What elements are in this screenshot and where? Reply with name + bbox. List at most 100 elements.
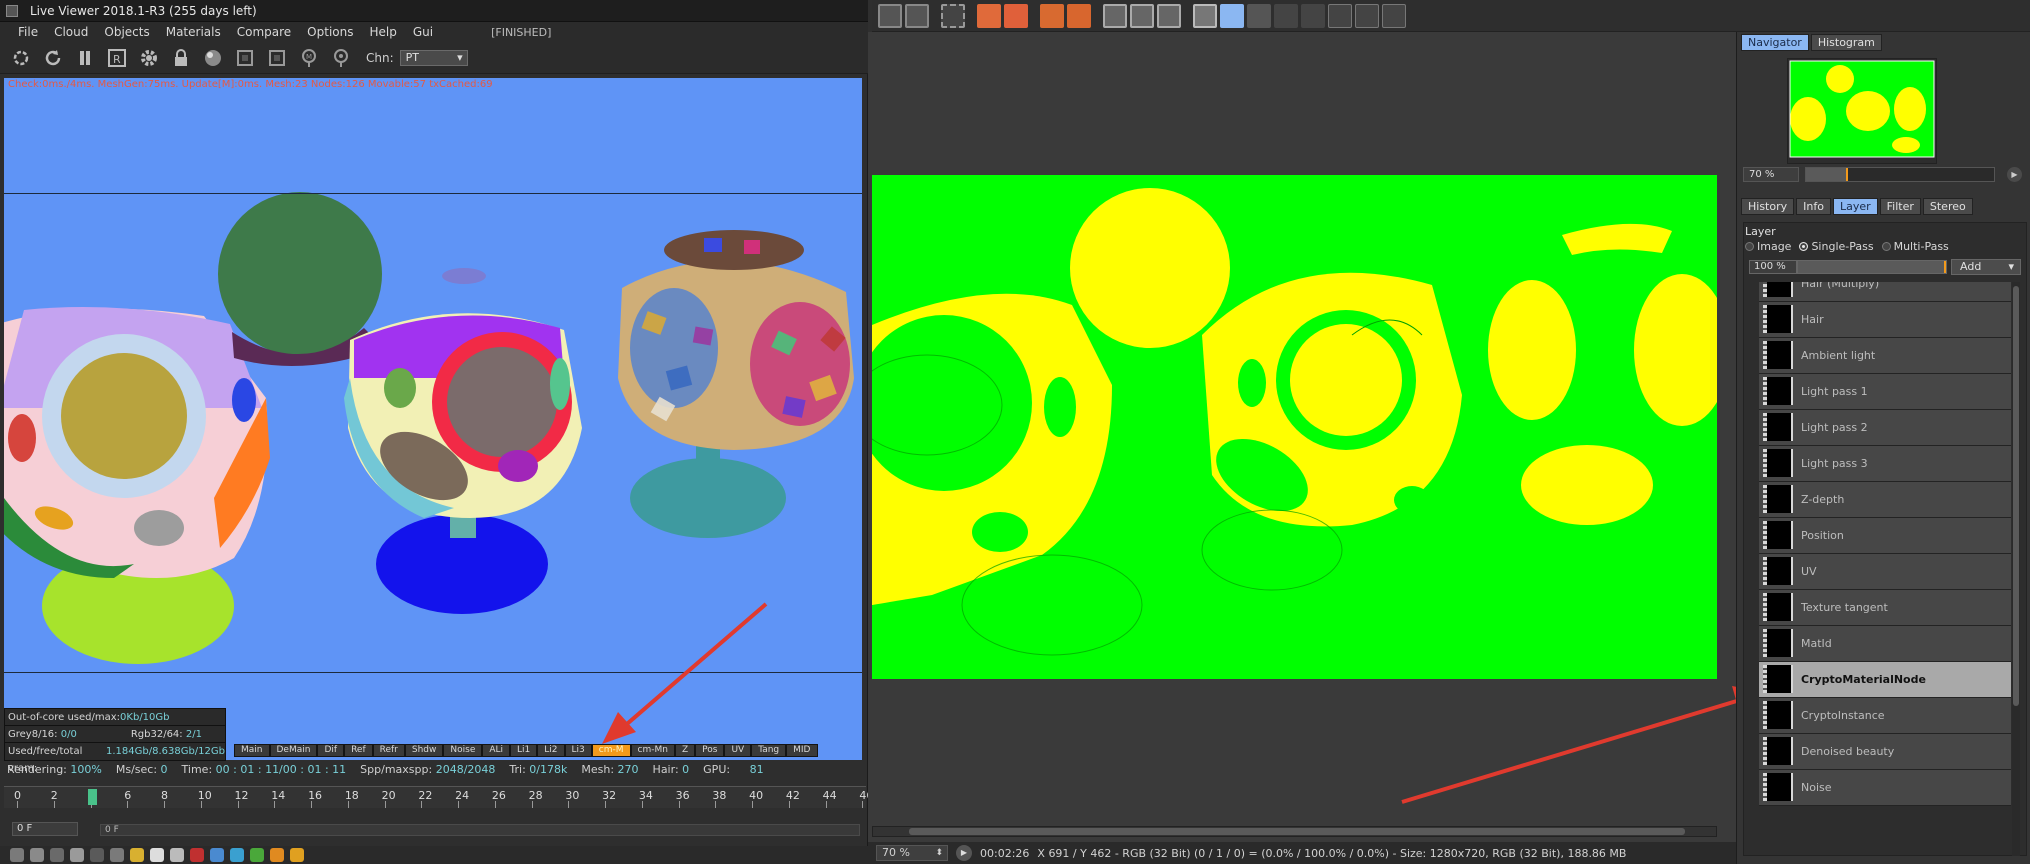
scrollbar-thumb[interactable]	[2013, 286, 2019, 706]
mode-multi-pass-radio[interactable]: Multi-Pass	[1881, 240, 1949, 253]
layer-row[interactable]: CryptoMaterialNode	[1759, 662, 2011, 698]
render-region-icon[interactable]	[1004, 3, 1028, 28]
sphere-icon[interactable]	[90, 848, 104, 862]
scrollbar-thumb[interactable]	[909, 828, 1685, 835]
pass-tab-li1[interactable]: Li1	[510, 744, 538, 757]
layer-list-scrollbar[interactable]	[2012, 282, 2020, 856]
menu-materials[interactable]: Materials	[158, 25, 229, 39]
layer-row[interactable]: UV	[1759, 554, 2011, 590]
pass-tab-pos[interactable]: Pos	[695, 744, 725, 757]
material-icon[interactable]	[290, 848, 304, 862]
menu-options[interactable]: Options	[299, 25, 361, 39]
layer-row[interactable]: Noise	[1759, 770, 2011, 806]
a-marker-icon[interactable]	[1274, 3, 1298, 28]
mode-image-radio[interactable]: Image	[1745, 240, 1791, 253]
layer-row[interactable]: Ambient light	[1759, 338, 2011, 374]
reload-icon[interactable]	[40, 45, 66, 71]
snapshot-icon[interactable]	[1103, 3, 1127, 28]
slider-handle[interactable]	[1846, 168, 1848, 181]
layer-row[interactable]: Position	[1759, 518, 2011, 554]
region-render-icon[interactable]: R	[104, 45, 130, 71]
crop-icon[interactable]	[977, 3, 1001, 28]
open-icon[interactable]	[878, 3, 902, 28]
tab-info[interactable]: Info	[1796, 198, 1831, 215]
tab-history[interactable]: History	[1741, 198, 1795, 215]
timeline-current-frame-marker[interactable]	[88, 789, 97, 805]
pass-tab-li3[interactable]: Li3	[564, 744, 592, 757]
menu-help[interactable]: Help	[361, 25, 404, 39]
compare-icon[interactable]	[1130, 3, 1154, 28]
sphere-icon[interactable]	[70, 848, 84, 862]
sphere-icon[interactable]	[10, 848, 24, 862]
pause-icon[interactable]	[72, 45, 98, 71]
pass-tab-noise[interactable]: Noise	[443, 744, 483, 757]
layer-row[interactable]: Denoised beauty	[1759, 734, 2011, 770]
pass-tab-cm-m[interactable]: cm-M	[591, 744, 631, 757]
channel-select[interactable]: PT	[399, 49, 468, 66]
split-view-icon[interactable]	[1220, 3, 1244, 28]
render-icon[interactable]	[1067, 3, 1091, 28]
navigator-play-icon[interactable]: ▶	[2007, 167, 2022, 182]
tab-layer[interactable]: Layer	[1832, 198, 1878, 215]
tab-histogram[interactable]: Histogram	[1810, 34, 1882, 51]
layer-row[interactable]: Hair	[1759, 302, 2011, 338]
focus-picker-icon[interactable]	[232, 45, 258, 71]
pass-tab-z[interactable]: Z	[674, 744, 696, 757]
send-scene-icon[interactable]	[8, 45, 34, 71]
sphere-icon[interactable]	[50, 848, 64, 862]
layer-row[interactable]: CryptoInstance	[1759, 698, 2011, 734]
menu-cloud[interactable]: Cloud	[46, 25, 96, 39]
pass-tab-uv[interactable]: UV	[724, 744, 752, 757]
object-picker-icon[interactable]	[328, 45, 354, 71]
current-frame-field[interactable]: 0 F	[12, 822, 78, 836]
b-marker-icon[interactable]	[1301, 3, 1325, 28]
layer-row[interactable]: Hair (Multiply)	[1759, 282, 2011, 302]
navigator-zoom-slider[interactable]	[1805, 167, 1995, 182]
timeline-ruler[interactable]: 0246810121416182022242628303234363840424…	[4, 786, 873, 808]
ab-icon[interactable]	[1193, 3, 1217, 28]
add-layer-button[interactable]: Add	[1951, 259, 2021, 275]
material-sphere-icon[interactable]	[200, 45, 226, 71]
material-icon[interactable]	[270, 848, 284, 862]
lock-icon[interactable]	[168, 45, 194, 71]
pass-tab-li2[interactable]: Li2	[537, 744, 565, 757]
sphere-icon[interactable]	[30, 848, 44, 862]
pass-tab-ref[interactable]: Ref	[344, 744, 373, 757]
pass-tab-refr[interactable]: Refr	[372, 744, 405, 757]
menu-objects[interactable]: Objects	[96, 25, 157, 39]
tab-filter[interactable]: Filter	[1879, 198, 1921, 215]
stop-render-icon[interactable]	[1040, 3, 1064, 28]
image-horizontal-scrollbar[interactable]	[872, 826, 1717, 837]
light-icon[interactable]	[190, 848, 204, 862]
settings-gear-icon[interactable]	[136, 45, 162, 71]
pass-tab-cm-mn[interactable]: cm-Mn	[630, 744, 675, 757]
layer-row[interactable]: Light pass 1	[1759, 374, 2011, 410]
play-icon[interactable]: ▶	[956, 845, 972, 861]
camera-icon[interactable]	[150, 848, 164, 862]
menu-file[interactable]: File	[10, 25, 46, 39]
layer-row[interactable]: MatId	[1759, 626, 2011, 662]
medium-icon[interactable]	[230, 848, 244, 862]
mode-single-pass-radio[interactable]: Single-Pass	[1799, 240, 1874, 253]
refresh-icon[interactable]	[250, 848, 264, 862]
ab-swap-icon[interactable]	[1247, 3, 1271, 28]
material-picker-icon[interactable]: M	[296, 45, 322, 71]
layer-row[interactable]: Texture tangent	[1759, 590, 2011, 626]
pass-tab-dif[interactable]: Dif	[317, 744, 345, 757]
sun-icon[interactable]	[130, 848, 144, 862]
compare-mode-icon[interactable]	[1157, 3, 1181, 28]
zoom-select[interactable]: 70 %	[876, 845, 948, 861]
environment-icon[interactable]	[210, 848, 224, 862]
slider-handle[interactable]	[1944, 261, 1946, 273]
crypto-matte-image[interactable]	[872, 175, 1717, 679]
navigator-zoom-field[interactable]: 70 %	[1743, 167, 1799, 182]
white-balance-picker-icon[interactable]	[264, 45, 290, 71]
pass-tab-demain[interactable]: DeMain	[269, 744, 318, 757]
layer-row[interactable]: Light pass 2	[1759, 410, 2011, 446]
layer-row[interactable]: Light pass 3	[1759, 446, 2011, 482]
sphere-icon[interactable]	[110, 848, 124, 862]
save-icon[interactable]	[905, 3, 929, 28]
navigator-thumbnail[interactable]	[1787, 58, 1937, 164]
grid-icon[interactable]	[941, 3, 965, 28]
pass-tab-shdw[interactable]: Shdw	[404, 744, 444, 757]
